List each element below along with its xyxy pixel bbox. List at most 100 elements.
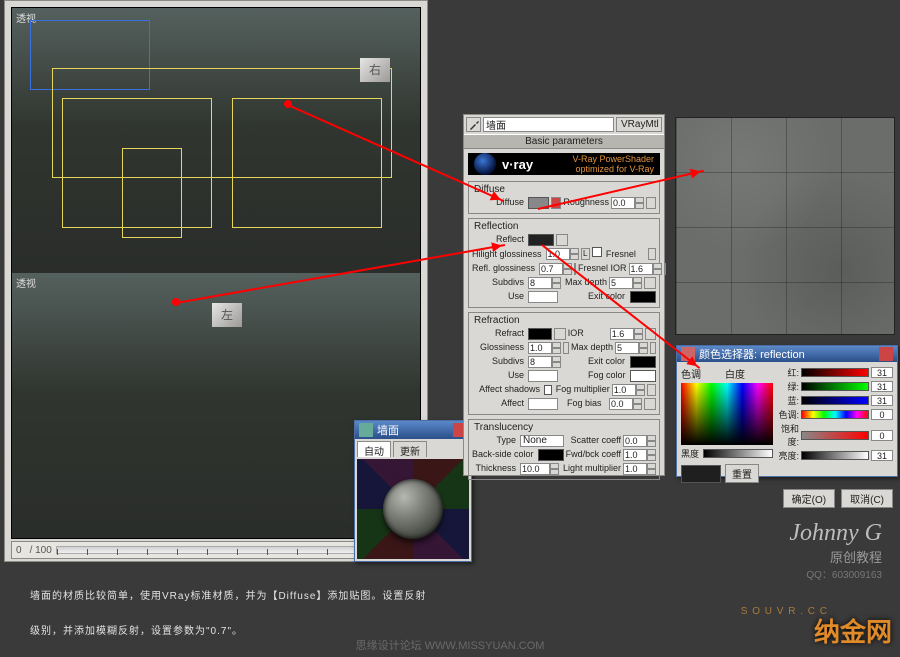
texture-preview	[675, 117, 895, 335]
fogb-spinner[interactable]	[609, 398, 642, 410]
sticker-left: 左	[212, 303, 242, 327]
ok-button[interactable]: 确定(O)	[783, 489, 835, 508]
author-qq: QQ：603009163	[789, 566, 882, 581]
rollout-header-basic[interactable]: Basic parameters	[464, 134, 664, 149]
material-preview-window[interactable]: 墙面 自动 更新	[354, 420, 472, 562]
label-fogm: Fog multiplier	[556, 383, 610, 396]
affect-shadows-checkbox[interactable]	[544, 385, 552, 395]
color-current-swatch[interactable]	[681, 465, 721, 483]
map-button[interactable]	[647, 384, 656, 396]
tab-update[interactable]: 更新	[393, 441, 427, 457]
wireframe-box	[232, 98, 382, 228]
label-thick: Thickness	[472, 462, 518, 475]
blackness-slider[interactable]	[703, 449, 773, 458]
label-fogb: Fog bias	[567, 397, 607, 410]
back-swatch[interactable]	[538, 449, 564, 461]
group-translucency: Translucency Type None Scatter coeff Bac…	[468, 419, 660, 480]
label-lm: Light multiplier	[563, 462, 621, 475]
scat-spinner[interactable]	[623, 435, 656, 447]
titlebar[interactable]: 墙面	[355, 421, 471, 439]
label-maxd2: Max depth	[571, 341, 613, 354]
use-dropdown[interactable]	[528, 291, 558, 303]
map-button[interactable]	[554, 328, 565, 340]
slider-green[interactable]	[801, 382, 869, 391]
thick-spinner[interactable]	[520, 463, 559, 475]
fresnel-checkbox[interactable]	[592, 247, 602, 257]
eyedropper-icon	[469, 120, 479, 130]
frame-range: / 100	[30, 545, 52, 556]
group-label: Translucency	[472, 422, 535, 433]
slider-val[interactable]	[801, 451, 869, 460]
affect-dropdown[interactable]	[528, 398, 558, 410]
label-subdiv2: Subdivs	[472, 355, 526, 368]
hue-field[interactable]	[681, 383, 773, 445]
sticker-right: 右	[360, 58, 390, 82]
window-title: 颜色选择器: reflection	[699, 346, 805, 362]
reset-button[interactable]: 重置	[725, 464, 759, 483]
ior2-spinner[interactable]	[610, 328, 643, 340]
label-fb: Fwd/bck coeff	[566, 448, 621, 461]
vray-sub1: V-Ray PowerShader	[572, 154, 654, 164]
vray-logo: v·ray V-Ray PowerShader optimized for V-…	[468, 153, 660, 175]
frame-current: 0	[16, 545, 22, 556]
use2-dropdown[interactable]	[528, 370, 558, 382]
lm-spinner[interactable]	[623, 463, 656, 475]
exit-color-swatch[interactable]	[630, 291, 656, 303]
viewport-bot-label: 透视	[16, 275, 36, 290]
cancel-button[interactable]: 取消(C)	[841, 489, 893, 508]
reflect-swatch[interactable]	[528, 234, 554, 246]
slider-sat[interactable]	[801, 431, 869, 440]
subdiv2-spinner[interactable]	[528, 356, 561, 368]
map-button[interactable]	[664, 263, 666, 275]
refract-swatch[interactable]	[528, 328, 552, 340]
footer-watermark: 思缘设计论坛 WWW.MISSYUAN.COM	[356, 637, 545, 653]
map-button[interactable]	[648, 248, 656, 260]
ior-spinner[interactable]	[629, 263, 662, 275]
author-name: Johnny G	[789, 520, 882, 547]
tab-auto[interactable]: 自动	[357, 441, 391, 457]
maxdepth-spinner[interactable]	[609, 277, 642, 289]
wireframe-box	[122, 148, 182, 238]
window-title: 墙面	[377, 422, 399, 438]
titlebar[interactable]: 颜色选择器: reflection	[677, 346, 897, 362]
material-sphere	[383, 479, 443, 539]
map-button[interactable]	[644, 277, 656, 289]
map-button[interactable]	[646, 197, 656, 209]
label-fresnel: Fresnel	[606, 248, 646, 261]
gloss-spinner[interactable]	[528, 342, 561, 354]
vray-logo-text: v·ray	[502, 157, 533, 172]
label-gloss: Glossiness	[472, 341, 526, 354]
close-icon[interactable]	[879, 347, 893, 361]
group-label: Reflection	[472, 221, 520, 232]
material-type-button[interactable]: VRayMtl	[616, 117, 662, 132]
fogm-spinner[interactable]	[612, 384, 645, 396]
color-picker-window[interactable]: 颜色选择器: reflection 色调 白度 黑度 重置	[676, 345, 898, 477]
map-button[interactable]	[644, 398, 656, 410]
group-label: Refraction	[472, 315, 522, 326]
l-button[interactable]: L	[581, 248, 590, 260]
map-button[interactable]	[650, 342, 656, 354]
map-button[interactable]	[556, 234, 568, 246]
slider-column: 红:31 绿:31 蓝:31 色调:0 饱和度:0 亮度:31	[777, 366, 893, 483]
label-type: Type	[472, 434, 518, 447]
exit2-swatch[interactable]	[630, 356, 656, 368]
slider-blue[interactable]	[801, 396, 869, 405]
map-button[interactable]	[563, 342, 569, 354]
preview-body	[357, 459, 469, 559]
viewport-top[interactable]: 透视 右	[12, 8, 420, 273]
slider-hue[interactable]	[801, 410, 869, 419]
window-icon	[359, 423, 373, 437]
label-use2: Use	[472, 369, 526, 382]
vray-sphere-icon	[474, 153, 496, 175]
author-sub: 原创教程	[789, 547, 882, 566]
label-exit2: Exit color	[588, 355, 628, 368]
material-name-field[interactable]: 墙面	[483, 117, 614, 132]
pick-material-button[interactable]	[466, 117, 481, 132]
maxd2-spinner[interactable]	[615, 342, 648, 354]
roughness-spinner[interactable]	[611, 197, 644, 209]
subdivs-spinner[interactable]	[528, 277, 561, 289]
fog-swatch[interactable]	[630, 370, 656, 382]
type-dropdown[interactable]: None	[520, 435, 564, 447]
slider-red[interactable]	[801, 368, 869, 377]
fb-spinner[interactable]	[623, 449, 656, 461]
